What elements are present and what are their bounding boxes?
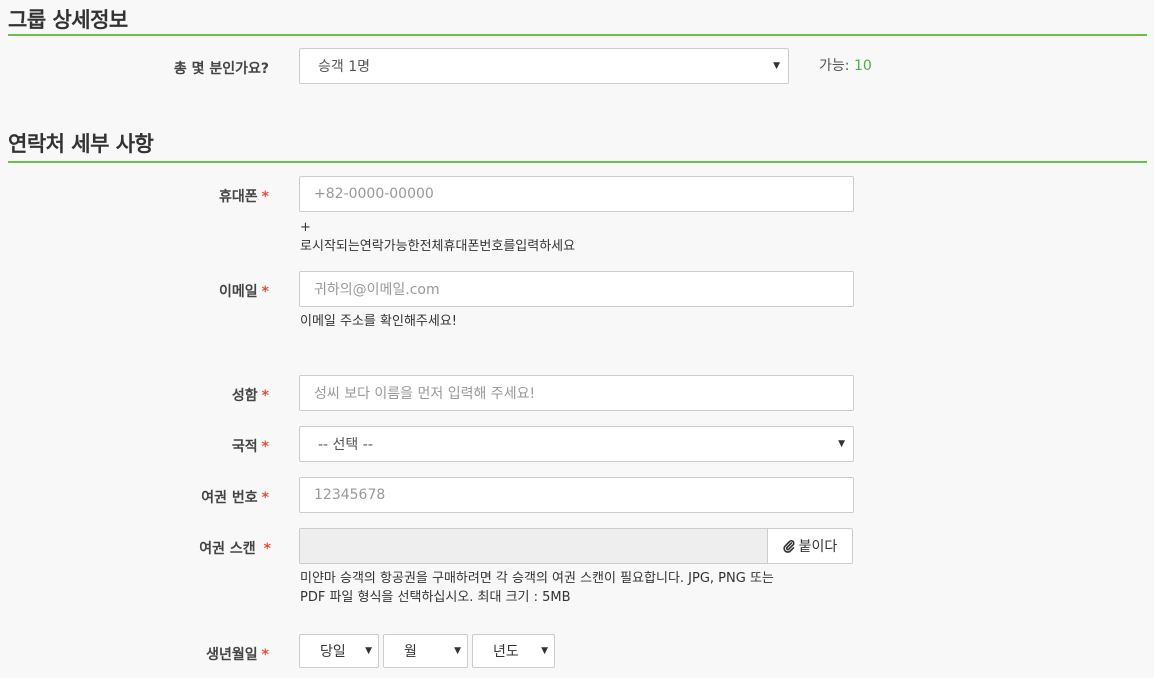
- phone-help: + 로시작되는연락가능한전체휴대폰번호를입력하세요: [300, 218, 575, 256]
- phone-help-line2: 로시작되는연락가능한전체휴대폰번호를입력하세요: [300, 239, 576, 254]
- phone-label-text: 휴대폰: [219, 189, 258, 205]
- required-mark: *: [261, 388, 269, 404]
- required-mark: *: [261, 284, 269, 300]
- passport-scan-help-line1: 미얀마 승객의 항공권을 구매하려면 각 승객의 여권 스캔이 필요합니다. J…: [300, 571, 774, 586]
- nationality-select[interactable]: -- 선택 -- ▼: [299, 426, 854, 462]
- caret-down-icon: ▼: [773, 61, 780, 71]
- attach-button[interactable]: 붙이다: [767, 528, 853, 564]
- contact-details-divider: [8, 161, 1147, 163]
- phone-help-line1: +: [300, 220, 311, 235]
- total-passengers-value: 승객 1명: [318, 59, 370, 75]
- passport-number-label: 여권 번호 *: [201, 487, 269, 507]
- name-label: 성함 *: [232, 385, 269, 405]
- birth-year-value: 년도: [493, 644, 519, 660]
- caret-down-icon: ▼: [838, 439, 845, 449]
- availability-text: 가능: 10: [819, 55, 872, 75]
- paperclip-icon: [783, 540, 795, 553]
- email-label: 이메일 *: [219, 281, 269, 301]
- birth-day-select[interactable]: 당일 ▼: [299, 634, 379, 668]
- required-mark: *: [261, 647, 269, 663]
- caret-down-icon: ▼: [541, 646, 548, 656]
- email-help: 이메일 주소를 확인해주세요!: [300, 314, 457, 329]
- availability-label: 가능:: [819, 58, 850, 74]
- required-mark: *: [263, 541, 271, 557]
- group-details-title: 그룹 상세정보: [8, 8, 128, 32]
- caret-down-icon: ▼: [365, 646, 372, 656]
- passport-scan-file-field[interactable]: [299, 528, 768, 564]
- email-label-text: 이메일: [219, 284, 258, 300]
- name-label-text: 성함: [231, 388, 258, 404]
- nationality-label: 국적 *: [232, 436, 269, 456]
- nationality-label-text: 국적: [231, 439, 258, 455]
- birth-month-value: 월: [404, 644, 417, 660]
- passport-scan-label-text: 여권 스캔: [199, 541, 256, 557]
- required-mark: *: [261, 189, 269, 205]
- caret-down-icon: ▼: [454, 646, 461, 656]
- email-input[interactable]: 귀하의@이메일.com: [299, 271, 854, 307]
- phone-input[interactable]: +82-0000-00000: [299, 176, 854, 212]
- name-input[interactable]: 성씨 보다 이름을 먼저 입력해 주세요!: [299, 375, 854, 411]
- passport-scan-help: 미얀마 승객의 항공권을 구매하려면 각 승객의 여권 스캔이 필요합니다. J…: [300, 569, 774, 607]
- total-passengers-select[interactable]: 승객 1명 ▼: [299, 48, 789, 84]
- passport-number-label-text: 여권 번호: [201, 490, 258, 506]
- total-passengers-label: 총 몇 분인가요?: [173, 61, 269, 77]
- group-details-divider: [8, 34, 1147, 36]
- birthdate-label: 생년월일 *: [206, 644, 269, 664]
- passport-number-input[interactable]: 12345678: [299, 477, 854, 513]
- passport-scan-help-line2: PDF 파일 형식을 선택하십시오. 최대 크기 : 5MB: [300, 590, 571, 605]
- phone-label: 휴대폰 *: [219, 186, 269, 206]
- birth-day-value: 당일: [320, 644, 346, 660]
- availability-count: 10: [853, 58, 872, 74]
- birth-year-select[interactable]: 년도 ▼: [472, 634, 555, 668]
- nationality-value: -- 선택 --: [318, 437, 373, 453]
- passport-scan-label: 여권 스캔 *: [199, 538, 271, 558]
- required-mark: *: [261, 439, 269, 455]
- birth-month-select[interactable]: 월 ▼: [383, 634, 468, 668]
- attach-button-label: 붙이다: [798, 539, 838, 555]
- required-mark: *: [261, 490, 269, 506]
- contact-details-title: 연락처 세부 사항: [8, 132, 154, 156]
- birthdate-label-text: 생년월일: [206, 647, 258, 663]
